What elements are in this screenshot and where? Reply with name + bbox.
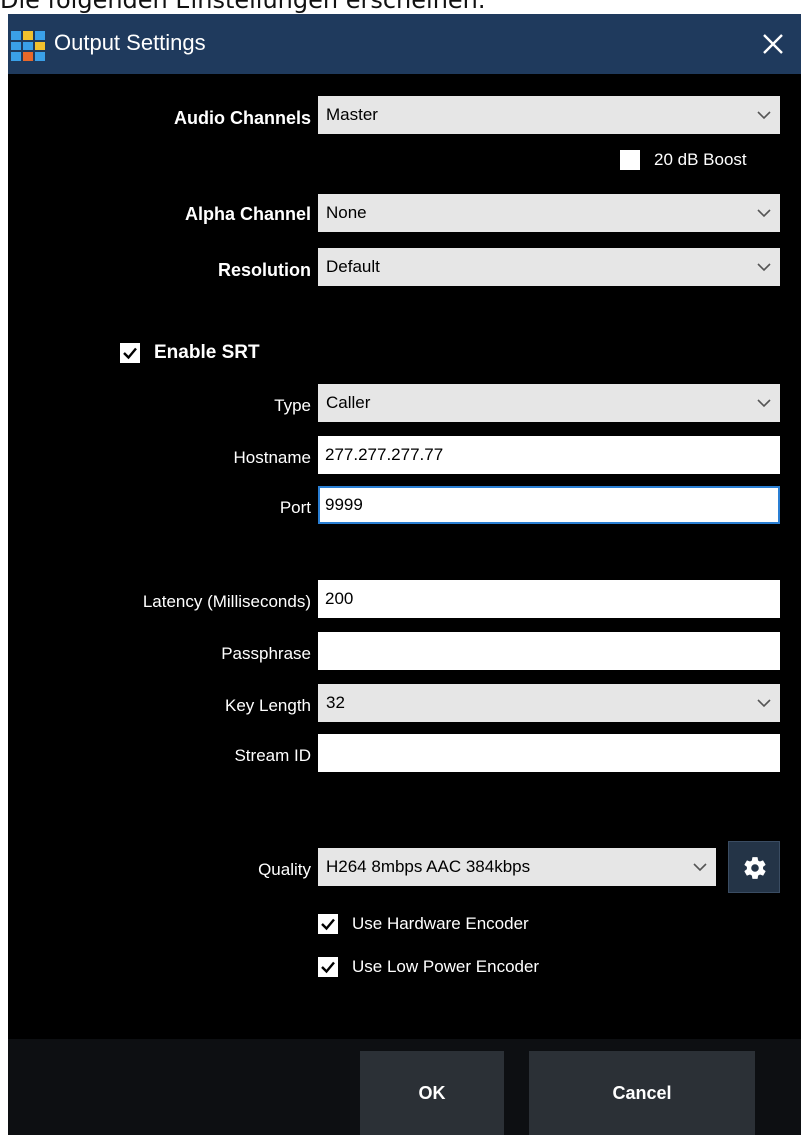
port-label: Port	[279, 498, 311, 517]
alpha-channel-value: None	[326, 203, 367, 222]
boost-checkbox[interactable]: 20 dB Boost	[620, 150, 747, 170]
latency-label: Latency (Milliseconds)	[142, 592, 311, 611]
checkbox-box[interactable]	[620, 150, 640, 170]
chevron-down-icon	[757, 263, 771, 272]
close-icon[interactable]	[755, 26, 791, 62]
icon-cell	[35, 52, 45, 61]
icon-cell	[11, 52, 21, 61]
passphrase-input[interactable]	[318, 632, 780, 670]
type-label: Type	[274, 396, 311, 415]
hardware-encoder-label: Use Hardware Encoder	[352, 914, 529, 933]
hardware-encoder-checkbox[interactable]: Use Hardware Encoder	[318, 914, 529, 934]
title-bar: Output Settings	[8, 14, 801, 74]
checkmark-icon	[123, 347, 137, 360]
passphrase-label: Passphrase	[221, 644, 311, 663]
audio-channels-value: Master	[326, 105, 378, 124]
icon-cell	[23, 31, 33, 40]
quality-value: H264 8mbps AAC 384kbps	[326, 857, 531, 876]
output-settings-dialog: Output Settings Audio Channels Master 20…	[8, 14, 801, 1135]
checkbox-box[interactable]	[120, 343, 140, 363]
key-length-value: 32	[326, 693, 345, 712]
chevron-down-icon	[757, 209, 771, 218]
alpha-channel-select[interactable]: None	[318, 194, 780, 232]
stream-id-input[interactable]	[318, 734, 780, 772]
key-length-label: Key Length	[224, 696, 311, 715]
alpha-channel-label: Alpha Channel	[184, 204, 311, 224]
quality-select[interactable]: H264 8mbps AAC 384kbps	[318, 848, 716, 886]
key-length-select[interactable]: 32	[318, 684, 780, 722]
quality-settings-button[interactable]	[728, 841, 780, 893]
icon-cell	[11, 41, 21, 51]
cancel-button[interactable]: Cancel	[529, 1051, 755, 1135]
type-value: Caller	[326, 393, 371, 412]
quality-label: Quality	[258, 860, 311, 879]
icon-cell	[23, 52, 33, 61]
checkbox-box[interactable]	[318, 957, 338, 977]
grid-app-icon	[11, 31, 45, 61]
boost-label: 20 dB Boost	[654, 150, 747, 169]
checkmark-icon	[321, 961, 335, 974]
resolution-select[interactable]: Default	[318, 248, 780, 286]
chevron-down-icon	[757, 699, 771, 708]
low-power-encoder-checkbox[interactable]: Use Low Power Encoder	[318, 957, 539, 977]
ok-button[interactable]: OK	[360, 1051, 504, 1135]
resolution-label: Resolution	[218, 260, 311, 280]
checkbox-box[interactable]	[318, 914, 338, 934]
audio-channels-select[interactable]: Master	[318, 96, 780, 134]
latency-input[interactable]: 200	[318, 580, 780, 618]
icon-cell	[23, 41, 33, 51]
enable-srt-checkbox[interactable]: Enable SRT	[120, 342, 260, 364]
stream-id-label: Stream ID	[234, 746, 311, 765]
low-power-encoder-label: Use Low Power Encoder	[352, 957, 540, 976]
chevron-down-icon	[757, 399, 771, 408]
hostname-label: Hostname	[233, 448, 311, 467]
type-select[interactable]: Caller	[318, 384, 780, 422]
chevron-down-icon	[693, 863, 707, 872]
checkmark-icon	[321, 918, 335, 931]
icon-cell	[35, 41, 45, 51]
resolution-value: Default	[326, 257, 380, 276]
chevron-down-icon	[757, 111, 771, 120]
icon-cell	[35, 31, 45, 40]
audio-channels-label: Audio Channels	[173, 108, 311, 128]
window-title: Output Settings	[54, 30, 206, 55]
port-input[interactable]: 9999	[318, 486, 780, 524]
icon-cell	[11, 31, 21, 40]
hostname-input[interactable]: 277.277.277.77	[318, 436, 780, 474]
enable-srt-label: Enable SRT	[154, 342, 260, 363]
gear-icon	[744, 857, 766, 879]
